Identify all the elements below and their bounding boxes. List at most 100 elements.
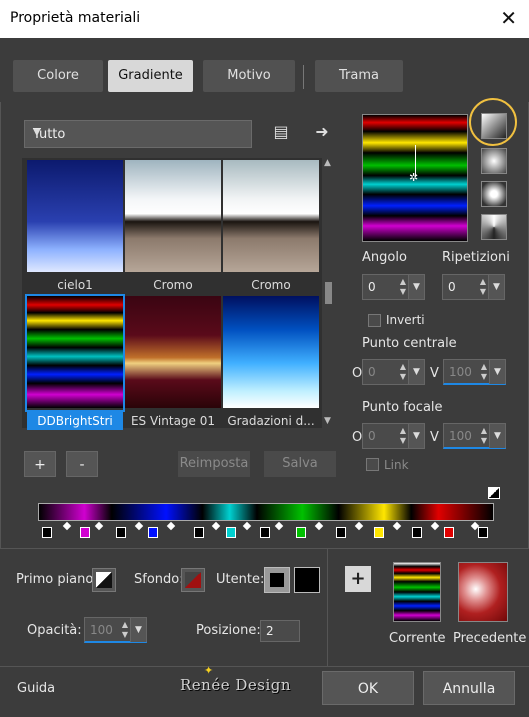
focal-o-stepper[interactable]: 0 ▲ ▼ ▼: [362, 423, 425, 449]
gradient-item[interactable]: Cromo: [223, 160, 319, 292]
flip-gradient-icon[interactable]: [488, 487, 500, 499]
gradient-item[interactable]: ES Vintage 01: [125, 296, 221, 428]
gradient-label: Cromo: [153, 278, 193, 292]
tab-gradiente[interactable]: Gradiente: [108, 60, 193, 92]
stepper-arrows-icon[interactable]: ▲ ▼: [400, 277, 406, 297]
color-stop[interactable]: [478, 527, 488, 538]
reset-button[interactable]: Reimposta: [178, 451, 250, 477]
midpoint-marker[interactable]: [94, 521, 104, 531]
gradient-list[interactable]: cielo1 Cromo Cromo DDBrightStri ES Vinta…: [22, 158, 322, 430]
focal-point-label: Punto focale: [362, 400, 443, 415]
ok-button[interactable]: OK: [322, 671, 414, 705]
color-stop[interactable]: [116, 527, 126, 538]
center-v-stepper[interactable]: 100 ▲ ▼ ▼: [443, 359, 506, 385]
midpoint-marker[interactable]: [274, 521, 284, 531]
opacity-label: Opacità:: [27, 623, 82, 638]
scroll-thumb[interactable]: [325, 282, 332, 304]
scroll-up-icon[interactable]: ▲: [324, 158, 331, 168]
add-gradient-button[interactable]: +: [24, 451, 56, 477]
opacity-stepper[interactable]: 100 ▲ ▼ ▼: [84, 617, 147, 643]
sunburst-gradient-type-button[interactable]: [481, 181, 507, 207]
tab-motivo[interactable]: Motivo: [203, 60, 295, 92]
previous-label: Precedente: [453, 631, 527, 646]
gradient-swatch: [27, 296, 123, 408]
color-stop[interactable]: [444, 527, 454, 538]
linear-gradient-type-button[interactable]: [481, 113, 507, 139]
invert-checkbox[interactable]: [368, 314, 381, 327]
color-stop[interactable]: [148, 527, 158, 538]
gradient-editor-bar[interactable]: [38, 503, 494, 521]
previous-gradient-swatch[interactable]: [458, 562, 508, 622]
radial-gradient-type-button[interactable]: [481, 214, 507, 240]
rectangular-gradient-type-button[interactable]: [481, 148, 507, 174]
color-stop[interactable]: [80, 527, 90, 538]
close-icon[interactable]: ✕: [500, 6, 517, 30]
help-link[interactable]: Guida: [17, 681, 55, 696]
color-stop[interactable]: [42, 527, 52, 538]
user-swatch-fill[interactable]: [294, 567, 320, 593]
category-dropdown[interactable]: Tutto ▼: [24, 120, 252, 148]
save-button[interactable]: Salva: [264, 451, 336, 477]
chevron-down-icon[interactable]: ▼: [489, 360, 505, 384]
stepper-arrows-icon[interactable]: ▲ ▼: [122, 620, 128, 640]
current-gradient-swatch[interactable]: [393, 562, 441, 622]
color-stop[interactable]: [260, 527, 270, 538]
tab-colore[interactable]: Colore: [13, 60, 103, 92]
chevron-down-icon[interactable]: ▼: [408, 360, 424, 384]
scroll-down-icon[interactable]: ▼: [324, 416, 331, 426]
position-input[interactable]: 2: [260, 620, 300, 642]
midpoint-marker[interactable]: [211, 521, 221, 531]
stepper-arrows-icon[interactable]: ▲ ▼: [400, 362, 406, 382]
chevron-down-icon[interactable]: ▼: [408, 424, 424, 448]
midpoint-marker[interactable]: [242, 521, 252, 531]
color-stop[interactable]: [336, 527, 346, 538]
tab-trama[interactable]: Trama: [315, 60, 403, 92]
link-label: Link: [384, 458, 409, 472]
remove-gradient-button[interactable]: -: [66, 451, 98, 477]
background-swatch[interactable]: [181, 568, 205, 592]
user-swatch-outline[interactable]: [264, 567, 290, 593]
stepper-arrows-icon[interactable]: ▲ ▼: [480, 277, 486, 297]
gradient-preview[interactable]: ✲: [362, 114, 468, 242]
focal-o-label: O: [352, 430, 363, 445]
add-swatch-button[interactable]: +: [345, 566, 371, 592]
foreground-swatch[interactable]: [92, 568, 116, 592]
midpoint-marker[interactable]: [166, 521, 176, 531]
background-gradient-icon: [185, 572, 201, 588]
stepper-arrows-icon[interactable]: ▲ ▼: [481, 362, 487, 382]
stepper-arrows-icon[interactable]: ▲ ▼: [400, 426, 406, 446]
chevron-down-icon[interactable]: ▼: [488, 275, 504, 299]
gradient-item[interactable]: Gradazioni d...: [223, 296, 319, 428]
gradient-stops-track[interactable]: [38, 521, 494, 541]
chevron-down-icon[interactable]: ▼: [130, 618, 146, 642]
gradient-list-scrollbar[interactable]: ▲ ▼: [322, 158, 336, 428]
color-stop[interactable]: [194, 527, 204, 538]
library-icon[interactable]: ▤: [271, 122, 291, 142]
chevron-down-icon[interactable]: ▼: [489, 424, 505, 448]
repeats-stepper[interactable]: 0 ▲ ▼ ▼: [442, 274, 505, 300]
center-o-label: O: [352, 366, 363, 381]
color-stop[interactable]: [412, 527, 422, 538]
cancel-button[interactable]: Annulla: [423, 671, 515, 705]
arrow-right-icon[interactable]: ➜: [312, 122, 332, 142]
midpoint-marker[interactable]: [62, 521, 72, 531]
stepper-arrows-icon[interactable]: ▲ ▼: [481, 426, 487, 446]
center-o-stepper[interactable]: 0 ▲ ▼ ▼: [362, 359, 425, 385]
midpoint-marker[interactable]: [354, 521, 364, 531]
focal-v-stepper[interactable]: 100 ▲ ▼ ▼: [443, 423, 506, 449]
midpoint-marker[interactable]: [314, 521, 324, 531]
gradient-item[interactable]: cielo1: [27, 160, 123, 292]
gradient-item[interactable]: Cromo: [125, 160, 221, 292]
color-stop[interactable]: [374, 527, 384, 538]
angle-stepper[interactable]: 0 ▲ ▼ ▼: [362, 274, 425, 300]
midpoint-marker[interactable]: [134, 521, 144, 531]
center-point-label: Punto centrale: [362, 336, 457, 351]
center-point-icon[interactable]: ✲: [409, 171, 418, 184]
chevron-down-icon[interactable]: ▼: [408, 275, 424, 299]
gradient-item-selected[interactable]: DDBrightStri: [25, 294, 125, 430]
midpoint-marker[interactable]: [392, 521, 402, 531]
midpoint-marker[interactable]: [430, 521, 440, 531]
link-checkbox[interactable]: [366, 458, 379, 471]
color-stop[interactable]: [296, 527, 306, 538]
color-stop[interactable]: [226, 527, 236, 538]
